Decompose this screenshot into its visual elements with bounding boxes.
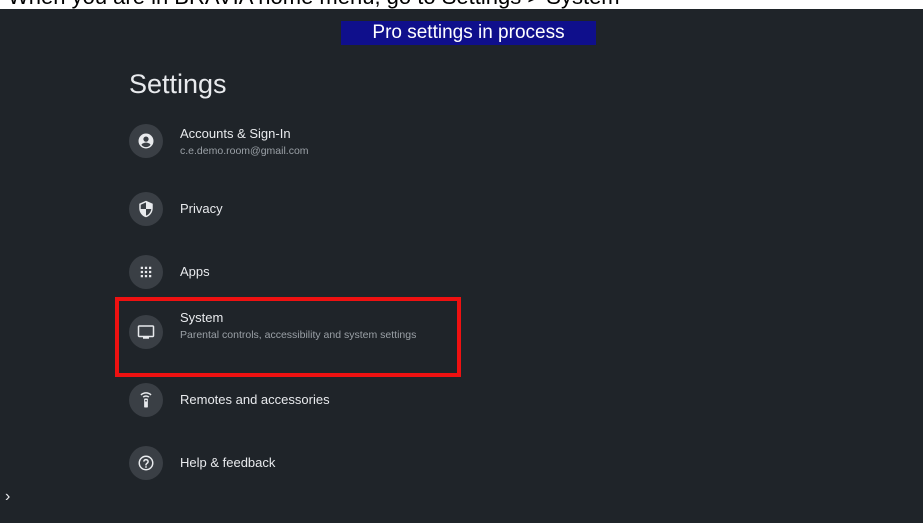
menu-item-accounts[interactable]: Accounts & Sign-In c.e.demo.room@gmail.c… (129, 124, 469, 166)
apps-grid-icon (129, 255, 163, 289)
help-icon (129, 446, 163, 480)
remote-icon (129, 383, 163, 417)
menu-item-apps[interactable]: Apps (129, 255, 469, 297)
account-circle-icon (129, 124, 163, 158)
chevron-right-icon[interactable]: › (5, 488, 10, 506)
menu-item-label: Remotes and accessories (180, 392, 330, 407)
menu-item-label: System (180, 310, 224, 325)
menu-item-description: Parental controls, accessibility and sys… (180, 329, 417, 341)
menu-item-label: Accounts & Sign-In (180, 126, 291, 141)
menu-item-privacy[interactable]: Privacy (129, 192, 469, 234)
status-banner: Pro settings in process (341, 21, 596, 45)
tv-screen: Pro settings in process Settings Account… (0, 9, 923, 523)
shield-icon (129, 192, 163, 226)
tv-monitor-icon (129, 315, 163, 349)
menu-item-label: Privacy (180, 201, 223, 216)
instruction-strip: When you are in BRAVIA home menu, go to … (0, 0, 923, 9)
menu-item-remotes[interactable]: Remotes and accessories (129, 383, 469, 425)
account-email: c.e.demo.room@gmail.com (180, 145, 309, 157)
menu-item-system[interactable]: System Parental controls, accessibility … (129, 310, 469, 357)
menu-item-help[interactable]: Help & feedback (129, 446, 469, 488)
menu-item-label: Help & feedback (180, 455, 276, 470)
menu-item-label: Apps (180, 264, 210, 279)
page-title: Settings (129, 69, 227, 99)
instruction-text: When you are in BRAVIA home menu, go to … (8, 0, 620, 8)
